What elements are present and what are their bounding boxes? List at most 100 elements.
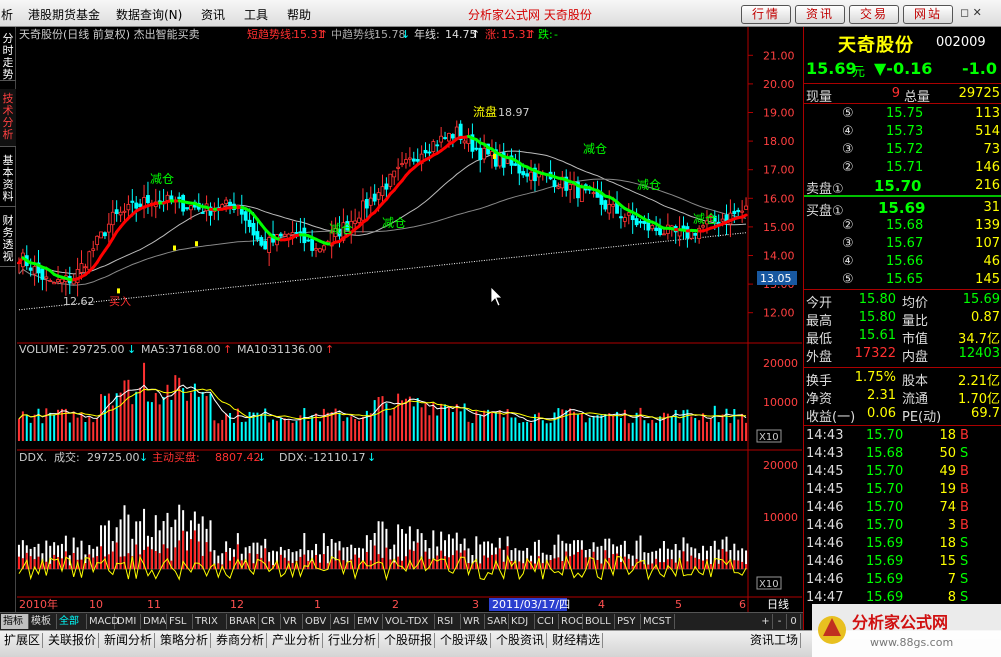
candle-body (32, 266, 37, 275)
indicator-tab[interactable]: MACD (87, 614, 119, 629)
indicator-tab[interactable]: TRIX (193, 614, 227, 629)
stat-value: 15.80 (858, 310, 896, 325)
menu-item-analysis[interactable]: 析 (1, 6, 13, 23)
tab-control-button[interactable]: + (759, 614, 773, 629)
volume-bar (174, 375, 177, 441)
indicator-tab[interactable]: DMI (115, 614, 141, 629)
indicator-tab[interactable]: CCI (535, 614, 559, 629)
menu-item-news[interactable]: 资讯 (201, 6, 225, 23)
volume-bar (330, 411, 333, 441)
indicator-tab[interactable]: OBV (303, 614, 331, 629)
indicator-tab[interactable]: BRAR (227, 614, 259, 629)
indicator-tab[interactable]: VR (281, 614, 303, 629)
candle-body (599, 194, 604, 205)
indicator-tab[interactable]: DMA (141, 614, 167, 629)
status-tab[interactable]: 扩展区 (2, 633, 44, 648)
news-button[interactable]: 资讯 (795, 5, 845, 24)
tick-row: 14:46 15.70 74 B (804, 499, 1001, 517)
ddx-buy-bar (283, 557, 286, 570)
indicator-tab[interactable]: PSY (615, 614, 641, 629)
tick-side: B (960, 428, 969, 443)
volume-bar (361, 416, 364, 441)
ddx-buy-bar (92, 557, 95, 570)
stock-chart[interactable]: 21.00 20.00 19.00 18.00 17.00 16.00 15.00 14.00… (17, 27, 802, 623)
indicator-tab[interactable]: SAR (485, 614, 509, 629)
indicator-tab[interactable]: 指标 (1, 614, 29, 629)
volume-bar (698, 420, 701, 441)
ddx-buy-bar (580, 549, 583, 570)
menu-item-tools[interactable]: 工具 (244, 6, 268, 23)
ddx-buy-bar (37, 556, 40, 570)
menu-item-data-query[interactable]: 数据查询(N) (116, 6, 182, 23)
indicator-tab[interactable]: 模板 (29, 614, 57, 629)
tab-technical[interactable]: 技术分析 (0, 89, 16, 147)
indicator-tab[interactable]: RSI (435, 614, 461, 629)
tick-side: S (960, 554, 969, 569)
indicator-tab[interactable]: 全部 (57, 614, 87, 629)
ddx-buy-bar (229, 560, 232, 570)
stats-row: 最高 15.80 量比 0.87 (804, 309, 1001, 329)
indicator-tab[interactable]: CR (259, 614, 281, 629)
period-label[interactable]: 日线 (767, 597, 789, 611)
volume-bar (279, 417, 282, 441)
candle-body (626, 212, 631, 216)
level-label: ⑤ (842, 106, 854, 121)
buy-level-row: ④ 15.66 46 (804, 253, 1001, 271)
indicator-tab[interactable]: MCST (641, 614, 675, 629)
volume-bar (580, 413, 583, 441)
status-tab[interactable]: 财经精选 (550, 633, 604, 648)
indicator-tab[interactable]: EMV (355, 614, 383, 629)
indicator-tab[interactable]: ROC (559, 614, 583, 629)
status-tab[interactable]: 个股研报 (382, 633, 436, 648)
ddx-buy-bar (561, 561, 564, 570)
volume-bar (616, 411, 619, 441)
volume-bar (287, 420, 290, 441)
candle-body (662, 233, 666, 236)
trade-button[interactable]: 交易 (849, 5, 899, 24)
status-tab[interactable]: 个股资讯 (494, 633, 548, 648)
current-price: 15.69 (806, 59, 857, 78)
deal-value: 29725.00 (87, 451, 140, 464)
status-tab[interactable]: 策略分析 (158, 633, 212, 648)
ddx-buy-bar (490, 554, 493, 570)
indicator-tab[interactable]: VOL-TDX (383, 614, 435, 629)
tab-control-button[interactable]: 0 (787, 614, 801, 629)
website-button[interactable]: 网站 (903, 5, 953, 24)
candle-body (310, 238, 315, 251)
ddx-buy-bar (119, 556, 122, 570)
status-tab[interactable]: 产业分析 (270, 633, 324, 648)
status-tab[interactable]: 个股评级 (438, 633, 492, 648)
indicator-tab[interactable]: WR (461, 614, 485, 629)
status-tab[interactable]: 资讯工场 (748, 633, 802, 648)
volume-bar (471, 423, 474, 441)
indicator-tab[interactable]: KDJ (509, 614, 535, 629)
tab-financial[interactable]: 财务透视 (0, 211, 16, 267)
quote-button[interactable]: 行情 (741, 5, 791, 24)
volume-bar (514, 417, 517, 441)
indicator-tab[interactable]: BOLL (583, 614, 615, 629)
tab-fundamental[interactable]: 基本资料 (0, 151, 16, 207)
menu-item-help[interactable]: 帮助 (287, 6, 311, 23)
candle-body (40, 268, 45, 280)
status-tab[interactable]: 关联报价 (46, 633, 100, 648)
ddx-buy-bar (498, 548, 501, 570)
ddx-buy-bar (189, 539, 192, 570)
volume-bar (573, 411, 576, 441)
status-tab[interactable]: 行业分析 (326, 633, 380, 648)
volume-bar (447, 406, 450, 441)
ddx-buy-bar (573, 554, 576, 570)
indicator-tab[interactable]: ASI (331, 614, 355, 629)
volume-bar (264, 408, 267, 441)
tab-control-button[interactable]: - (773, 614, 787, 629)
indicator-tab[interactable]: FSL (167, 614, 193, 629)
tick-time: 14:46 (806, 554, 844, 569)
volume-bar (702, 413, 705, 441)
tab-intraday[interactable]: 分时走势 (0, 29, 16, 81)
menu-item-hk-futures[interactable]: 港股期货基金 (28, 6, 100, 23)
ddx-buy-bar (674, 562, 677, 570)
status-tab[interactable]: 券商分析 (214, 633, 268, 648)
volume-bar (494, 411, 497, 441)
candle-body (282, 233, 287, 237)
status-tab[interactable]: 新闻分析 (102, 633, 156, 648)
ddx-buy-bar (84, 563, 87, 570)
